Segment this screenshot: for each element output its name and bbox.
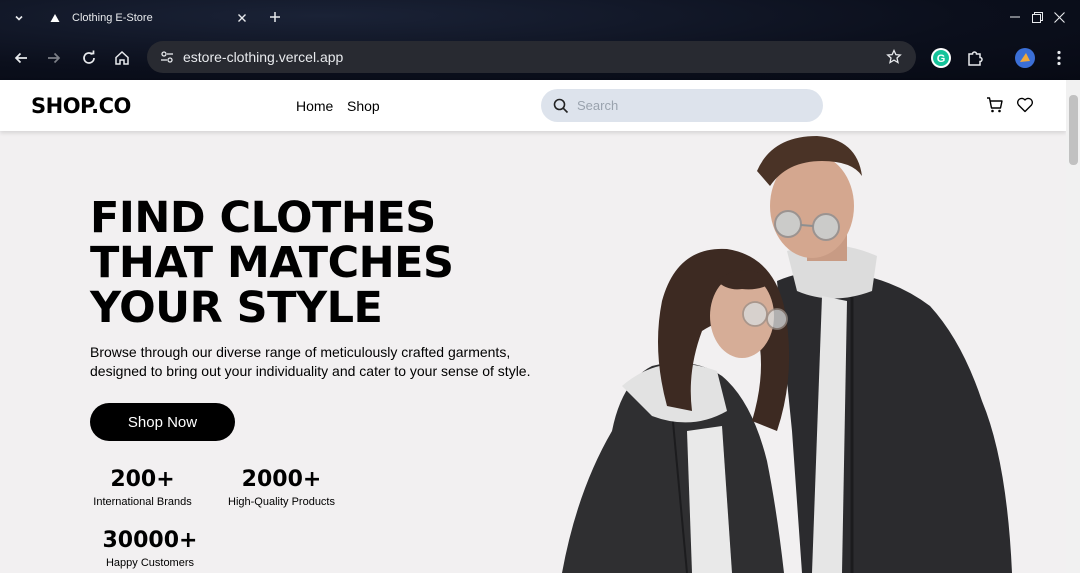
browser-menu-button[interactable] [1045, 44, 1073, 72]
new-tab-button[interactable] [264, 6, 286, 28]
close-icon [1053, 11, 1065, 23]
shop-now-button[interactable]: Shop Now [90, 403, 235, 441]
tab-search-button[interactable] [8, 7, 30, 29]
tab-title: Clothing E-Store [72, 12, 153, 24]
heart-icon[interactable] [1015, 95, 1035, 115]
plus-icon [270, 12, 280, 22]
extensions-button[interactable] [961, 44, 989, 72]
site-logo[interactable]: SHOP.CO [31, 94, 131, 118]
stat-number: 30000+ [102, 528, 198, 553]
hero-title-line: YOUR STYLE [90, 283, 383, 333]
hero-description: Browse through our diverse range of meti… [90, 344, 531, 379]
arrow-right-icon [48, 52, 61, 64]
stat-label: International Brands [93, 496, 192, 508]
nav-shop-link[interactable]: Shop [347, 98, 380, 114]
site-info-icon[interactable] [157, 47, 177, 67]
forward-button[interactable] [40, 44, 68, 72]
browser-tab[interactable]: Clothing E-Store [38, 4, 260, 32]
close-tab-icon[interactable] [234, 10, 250, 26]
stat-brands: 200+ International Brands [90, 467, 195, 508]
reload-icon [83, 50, 95, 64]
home-icon [115, 50, 129, 65]
scrollbar-thumb[interactable] [1069, 95, 1078, 165]
url-text: estore-clothing.vercel.app [183, 49, 344, 65]
cart-icon[interactable] [985, 95, 1005, 115]
hero-couple-image [562, 136, 1012, 573]
site-header: SHOP.CO Home Shop [0, 80, 1066, 131]
stat-number: 2000+ [241, 467, 322, 492]
tab-strip: Clothing E-Store [0, 0, 1080, 36]
stat-customers: 30000+ Happy Customers [100, 528, 200, 569]
grammarly-extension-icon[interactable]: G [927, 44, 955, 72]
arrow-left-icon [14, 52, 27, 64]
address-bar[interactable]: estore-clothing.vercel.app [147, 41, 916, 73]
stat-products: 2000+ High-Quality Products [224, 467, 339, 508]
back-button[interactable] [7, 44, 35, 72]
browser-chrome: Clothing E-Store estore-clothing.vercel.… [0, 0, 1080, 80]
reload-button[interactable] [75, 44, 103, 72]
stat-label: High-Quality Products [228, 496, 335, 508]
profile-avatar[interactable] [1011, 44, 1039, 72]
close-window-button[interactable] [1036, 0, 1080, 34]
vercel-icon [48, 11, 62, 25]
bookmark-star-icon[interactable] [880, 43, 908, 71]
chevron-down-icon [15, 15, 23, 21]
stat-label: Happy Customers [105, 557, 195, 569]
search-bar[interactable] [541, 89, 823, 122]
stat-number: 200+ [110, 467, 175, 492]
search-icon [553, 98, 569, 113]
hero-title: FIND CLOTHES THAT MATCHES YOUR STYLE [90, 196, 454, 331]
svg-text:G: G [937, 53, 946, 65]
page-scrollbar[interactable] [1066, 80, 1080, 573]
more-vert-icon [1057, 50, 1061, 66]
search-input[interactable] [577, 98, 807, 113]
home-button[interactable] [108, 44, 136, 72]
hero-title-line: THAT MATCHES [90, 238, 454, 288]
nav-home-link[interactable]: Home [296, 98, 333, 114]
hero-title-line: FIND CLOTHES [90, 193, 436, 243]
puzzle-icon [968, 51, 983, 66]
browser-toolbar: estore-clothing.vercel.app G [0, 36, 1080, 80]
